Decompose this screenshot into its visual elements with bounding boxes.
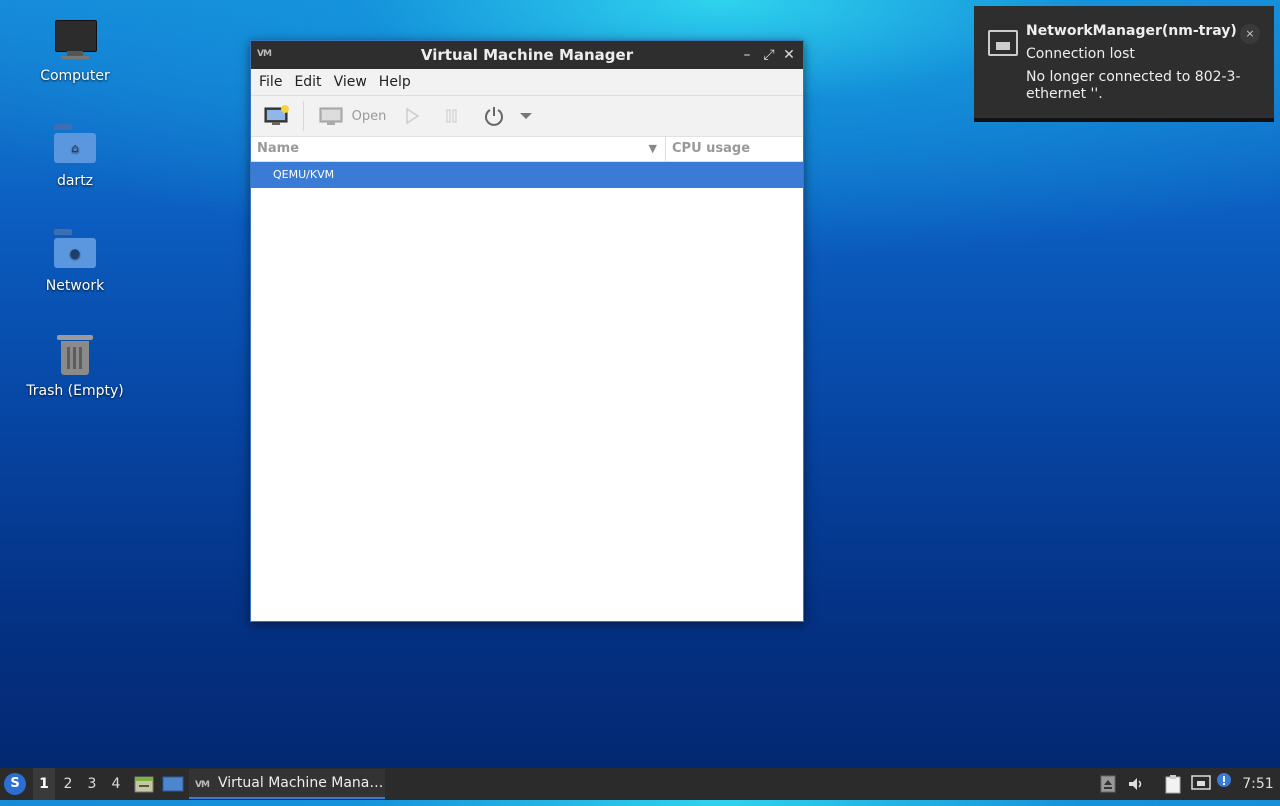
start-menu-icon[interactable]: S xyxy=(4,773,26,795)
menu-file[interactable]: File xyxy=(253,74,288,90)
notification-close-button[interactable]: × xyxy=(1240,24,1260,44)
column-header-name[interactable]: Name ▼ xyxy=(251,137,666,161)
trash-icon xyxy=(51,331,99,379)
shutdown-menu-button[interactable] xyxy=(516,100,536,132)
minimize-button[interactable]: – xyxy=(737,45,757,65)
desktop-icon-home[interactable]: ⌂ dartz xyxy=(20,121,130,189)
column-header-name-label: Name xyxy=(257,141,300,156)
open-button[interactable]: Open xyxy=(312,100,392,132)
shutdown-button[interactable] xyxy=(472,100,516,132)
desktop-icon-label: Network xyxy=(45,278,105,294)
pause-icon xyxy=(446,109,457,123)
window-title: Virtual Machine Manager xyxy=(420,46,634,64)
network-wired-icon xyxy=(1191,775,1211,790)
tray-volume[interactable] xyxy=(1125,768,1147,800)
file-manager-launcher[interactable] xyxy=(133,768,155,800)
file-manager-icon xyxy=(134,776,154,793)
power-icon xyxy=(485,107,503,126)
notification-title: NetworkManager(nm-tray) xyxy=(1026,23,1237,39)
toolbar: Open xyxy=(251,96,803,137)
chevron-down-icon xyxy=(520,113,532,119)
network-folder-icon: ● xyxy=(51,226,99,274)
taskbar: S 1 2 3 4 VM Virtual Machine Mana… 7:51 xyxy=(0,768,1280,800)
desktop-icon-trash[interactable]: Trash (Empty) xyxy=(20,331,130,399)
tray-eject[interactable] xyxy=(1098,768,1118,800)
desktop-icon xyxy=(162,776,184,792)
workspace-3[interactable]: 3 xyxy=(81,768,103,800)
desktop-icon-label: dartz xyxy=(56,173,94,189)
tray-network[interactable] xyxy=(1189,768,1213,800)
workspace-1[interactable]: 1 xyxy=(33,768,55,800)
window-titlebar[interactable]: VM Virtual Machine Manager – ⤢ ✕ xyxy=(251,41,803,69)
console-icon xyxy=(319,107,343,125)
maximize-button[interactable]: ⤢ xyxy=(759,45,779,65)
toolbar-separator xyxy=(303,101,304,131)
desktop-icon-label: Trash (Empty) xyxy=(26,383,124,399)
pause-button[interactable] xyxy=(432,100,472,132)
new-vm-button[interactable] xyxy=(259,100,295,132)
close-button[interactable]: ✕ xyxy=(779,45,799,65)
menu-view[interactable]: View xyxy=(328,74,373,90)
workspace-2[interactable]: 2 xyxy=(57,768,79,800)
column-header-cpu[interactable]: CPU usage xyxy=(666,137,750,161)
play-icon xyxy=(406,107,420,125)
open-button-label: Open xyxy=(351,108,387,124)
vm-list-row[interactable]: QEMU/KVM xyxy=(251,162,803,188)
notification-popup[interactable]: NetworkManager(nm-tray) Connection lost … xyxy=(974,6,1274,122)
clock[interactable]: 7:51 xyxy=(1240,768,1276,800)
menu-edit[interactable]: Edit xyxy=(288,74,327,90)
desktop-icon-label: Computer xyxy=(40,68,110,84)
menu-help[interactable]: Help xyxy=(373,74,417,90)
sort-arrow-icon: ▼ xyxy=(648,142,657,155)
vm-list-header: Name ▼ CPU usage xyxy=(251,137,803,162)
notification-subtitle: Connection lost xyxy=(1026,46,1135,62)
tray-clipboard[interactable] xyxy=(1162,768,1184,800)
ethernet-icon xyxy=(988,30,1018,56)
connection-name: QEMU/KVM xyxy=(273,168,335,181)
clipboard-icon xyxy=(1165,775,1181,794)
taskbar-task-virt-manager[interactable]: VM Virtual Machine Mana… xyxy=(189,769,385,799)
desktop-icon-computer[interactable]: Computer xyxy=(20,16,130,84)
info-icon xyxy=(1217,773,1231,787)
tray-updates[interactable] xyxy=(1215,768,1233,800)
task-label: Virtual Machine Mana… xyxy=(218,775,384,791)
virt-manager-task-icon: VM xyxy=(195,780,210,790)
new-vm-icon xyxy=(264,105,289,125)
menu-bar: File Edit View Help xyxy=(251,69,803,96)
computer-icon xyxy=(51,16,99,64)
run-button[interactable] xyxy=(392,100,432,132)
volume-icon xyxy=(1129,778,1142,790)
show-desktop-button[interactable] xyxy=(161,768,185,800)
virt-manager-window: VM Virtual Machine Manager – ⤢ ✕ File Ed… xyxy=(250,40,804,622)
home-folder-icon: ⌂ xyxy=(51,121,99,169)
eject-icon xyxy=(1100,775,1116,793)
notification-body: No longer connected to 802-3-ethernet ''… xyxy=(1026,69,1241,102)
desktop-icon-network[interactable]: ● Network xyxy=(20,226,130,294)
workspace-4[interactable]: 4 xyxy=(105,768,127,800)
